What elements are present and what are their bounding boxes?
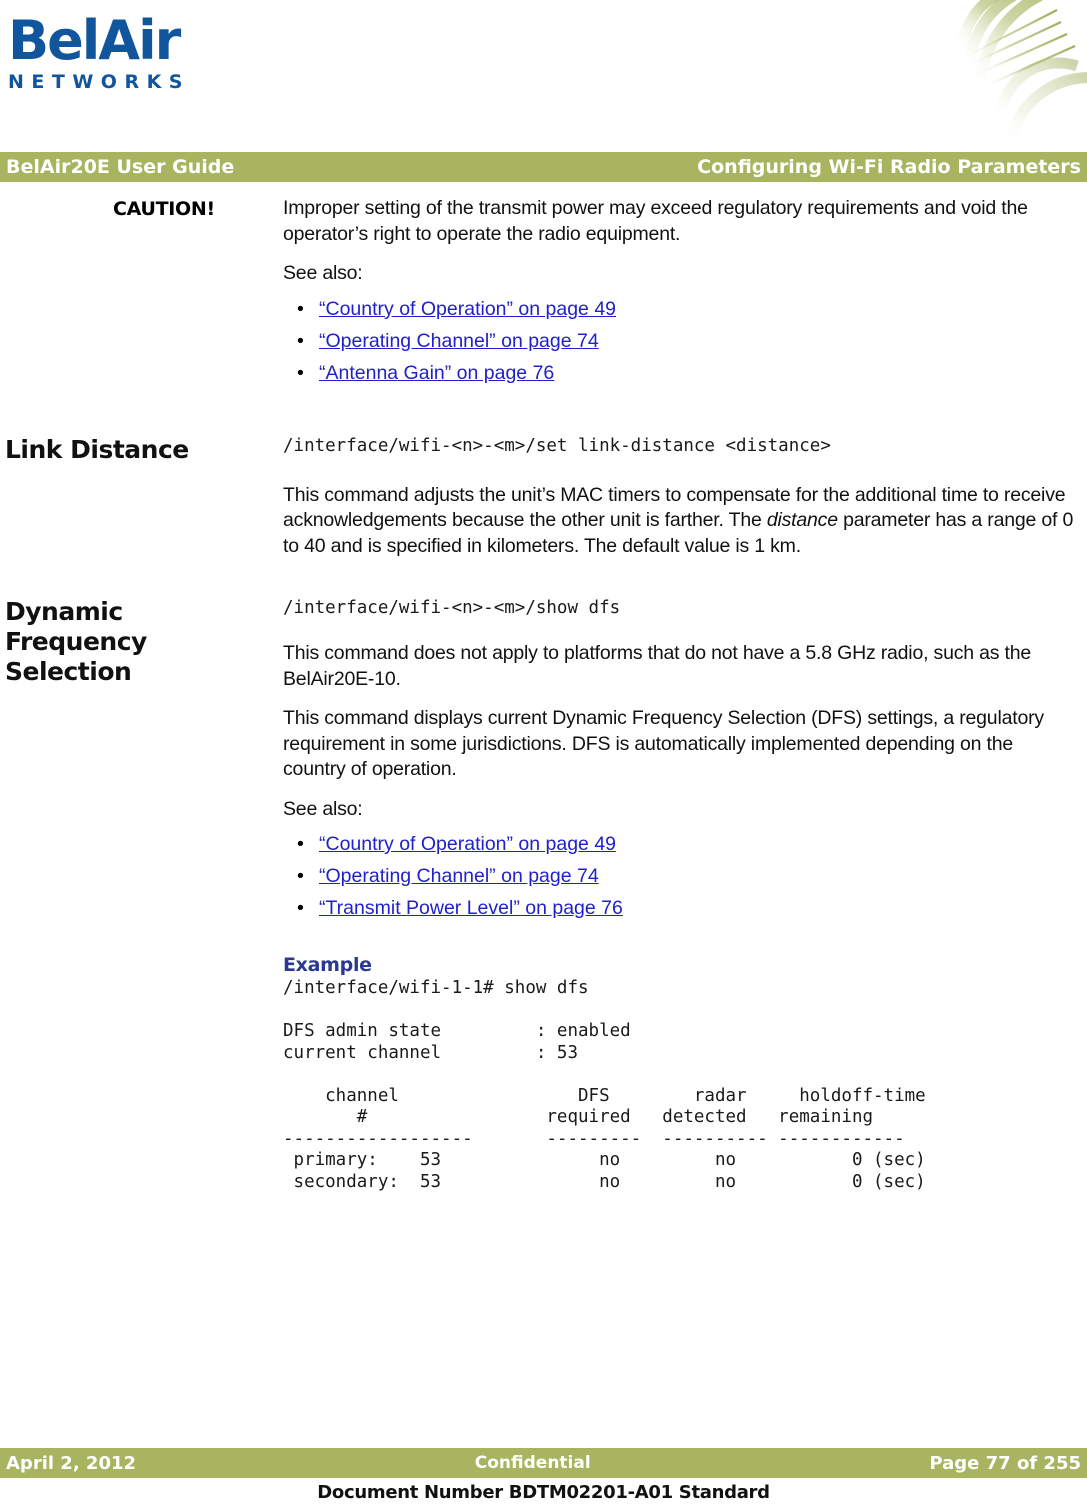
bullet-icon: • xyxy=(297,329,304,352)
caution-block: CAUTION! Improper setting of the transmi… xyxy=(0,196,1087,393)
example-heading: Example xyxy=(283,954,372,976)
dfs-heading-line-2: Frequency xyxy=(5,627,147,656)
list-item: • “Transmit Power Level” on page 76 xyxy=(283,896,1079,921)
caution-see-also-label: See also: xyxy=(283,262,363,284)
dfs-see-also-label: See also: xyxy=(283,797,363,820)
page-content: CAUTION! Improper setting of the transmi… xyxy=(0,182,1087,1193)
list-item: • “Country of Operation” on page 49 xyxy=(283,297,1079,322)
dfs-heading-line-1: Dynamic xyxy=(5,597,123,626)
header-document-title: BelAir20E User Guide xyxy=(6,156,235,178)
dfs-command: /interface/wifi-<n>-<m>/show dfs xyxy=(283,598,621,618)
list-item: • “Operating Channel” on page 74 xyxy=(283,864,1079,889)
dfs-see-also-list: • “Country of Operation” on page 49 • “O… xyxy=(283,832,1079,921)
logo-wordmark: BelAir xyxy=(8,9,181,72)
link-distance-heading: Link Distance xyxy=(5,434,189,464)
xref-transmit-power-level[interactable]: “Transmit Power Level” on page 76 xyxy=(319,897,623,919)
bullet-icon: • xyxy=(297,897,304,919)
footer-bar: April 2, 2012 Confidential Page 77 of 25… xyxy=(0,1448,1087,1478)
link-distance-body: /interface/wifi-<n>-<m>/set link-distanc… xyxy=(283,435,1087,574)
link-distance-paragraph: This command adjusts the unit’s MAC time… xyxy=(283,483,1079,560)
dfs-example-output: /interface/wifi-1-1# show dfs DFS admin … xyxy=(283,978,926,1192)
dfs-block: Dynamic Frequency Selection /interface/w… xyxy=(0,597,1087,1193)
page-header-bar: BelAir20E User Guide Configuring Wi-Fi R… xyxy=(0,152,1087,182)
xref-operating-channel[interactable]: “Operating Channel” on page 74 xyxy=(319,330,599,352)
logo-subtext: NETWORKS xyxy=(8,71,190,93)
list-item: • “Country of Operation” on page 49 xyxy=(283,832,1079,857)
caution-body: Improper setting of the transmit power m… xyxy=(283,196,1087,393)
bullet-icon: • xyxy=(297,833,304,855)
xref-operating-channel[interactable]: “Operating Channel” on page 74 xyxy=(319,865,599,887)
page-footer: April 2, 2012 Confidential Page 77 of 25… xyxy=(0,1448,1087,1503)
xref-country-of-operation[interactable]: “Country of Operation” on page 49 xyxy=(319,833,616,855)
list-item: • “Operating Channel” on page 74 xyxy=(283,329,1079,354)
caution-paragraph: Improper setting of the transmit power m… xyxy=(283,197,1028,245)
dfs-heading-line-3: Selection xyxy=(5,657,132,686)
header-section-title: Configuring Wi-Fi Radio Parameters xyxy=(697,156,1081,178)
footer-classification: Confidential xyxy=(474,1453,591,1473)
dfs-body: /interface/wifi-<n>-<m>/show dfs This co… xyxy=(283,597,1087,1193)
xref-country-of-operation[interactable]: “Country of Operation” on page 49 xyxy=(319,298,616,320)
footer-page-number: Page 77 of 255 xyxy=(929,1452,1081,1474)
link-distance-paragraph-italic: distance xyxy=(766,509,838,531)
caution-see-also-list: • “Country of Operation” on page 49 • “O… xyxy=(283,297,1079,386)
link-distance-block: Link Distance /interface/wifi-<n>-<m>/se… xyxy=(0,435,1087,574)
radiating-waves-decoration-icon xyxy=(957,0,1087,150)
dfs-paragraph-2: This command displays current Dynamic Fr… xyxy=(283,707,1044,780)
footer-date: April 2, 2012 xyxy=(6,1452,137,1474)
dfs-paragraph-1: This command does not apply to platforms… xyxy=(283,642,1032,690)
dfs-heading: Dynamic Frequency Selection xyxy=(0,597,283,687)
xref-antenna-gain[interactable]: “Antenna Gain” on page 76 xyxy=(319,362,554,384)
belair-logo: BelAir NETWORKS xyxy=(8,9,208,94)
bullet-icon: • xyxy=(297,361,304,384)
caution-label: CAUTION! xyxy=(113,198,215,220)
bullet-icon: • xyxy=(297,297,304,320)
footer-document-number: Document Number BDTM02201-A01 Standard xyxy=(317,1482,770,1503)
list-item: • “Antenna Gain” on page 76 xyxy=(283,361,1079,386)
link-distance-command: /interface/wifi-<n>-<m>/set link-distanc… xyxy=(283,435,831,456)
bullet-icon: • xyxy=(297,865,304,887)
masthead: BelAir NETWORKS xyxy=(0,0,1087,150)
